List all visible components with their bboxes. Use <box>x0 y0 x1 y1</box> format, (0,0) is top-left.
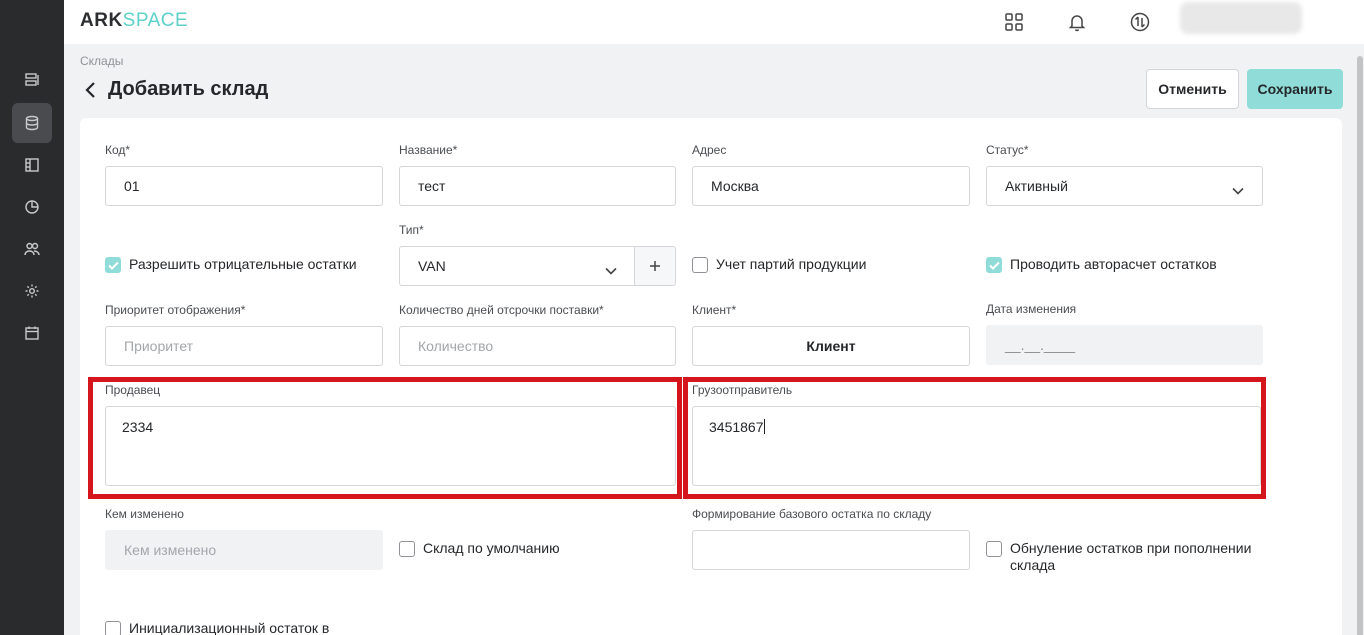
client-select-button[interactable]: Клиент <box>692 326 970 366</box>
batch-accounting-label: Учет партий продукции <box>716 256 867 272</box>
logo-space: SPACE <box>122 10 189 31</box>
checkbox-checked-icon <box>105 257 121 273</box>
status-select[interactable]: Активный <box>986 166 1263 206</box>
checkbox-unchecked-icon <box>692 257 708 273</box>
users-icon <box>24 242 40 256</box>
base-balance-input[interactable] <box>692 530 970 570</box>
calendar-icon <box>25 326 39 340</box>
auto-calc-label: Проводить авторасчет остатков <box>1010 256 1217 272</box>
delay-days-label: Количество дней отсрочки поставки* <box>399 303 604 317</box>
page-title: Добавить склад <box>84 78 268 101</box>
sidebar-item-dashboard[interactable] <box>12 60 52 100</box>
reset-on-replenish-checkbox[interactable]: Обнуление остатков при пополнении склада <box>986 540 1276 574</box>
checkbox-unchecked-icon <box>105 621 121 635</box>
sidebar <box>0 0 64 635</box>
allow-negative-checkbox[interactable]: Разрешить отрицательные остатки <box>105 256 357 273</box>
save-button[interactable]: Сохранить <box>1247 69 1343 109</box>
status-value: Активный <box>1005 178 1068 194</box>
bell-icon[interactable] <box>1065 10 1089 34</box>
init-balance-label: Инициализационный остаток в <box>129 620 330 635</box>
user-profile[interactable] <box>1180 2 1302 34</box>
client-label: Клиент* <box>692 303 737 317</box>
sidebar-item-warehouses[interactable] <box>12 103 52 143</box>
shipper-textarea[interactable]: 3451867 <box>692 406 1261 486</box>
type-label: Тип* <box>399 223 424 237</box>
pie-chart-icon <box>25 200 39 214</box>
status-label: Статус* <box>986 143 1029 157</box>
type-value: VAN <box>418 258 446 274</box>
base-balance-label: Формирование базового остатка по складу <box>692 507 932 521</box>
modified-by-label: Кем изменено <box>105 507 184 521</box>
shipper-label: Грузоотправитель <box>692 383 793 397</box>
modified-date-input: __.__.____ <box>986 325 1263 365</box>
page-scrollbar[interactable] <box>1356 44 1364 635</box>
plus-icon <box>650 261 660 271</box>
default-warehouse-label: Склад по умолчанию <box>423 540 560 556</box>
checkbox-unchecked-icon <box>986 541 1002 557</box>
modified-by-input: Кем изменено <box>105 530 383 570</box>
gear-icon <box>25 284 39 298</box>
name-input[interactable]: тест <box>399 166 676 206</box>
type-select[interactable]: VAN <box>399 246 635 286</box>
sidebar-item-reports[interactable] <box>12 187 52 227</box>
auto-calc-checkbox[interactable]: Проводить авторасчет остатков <box>986 256 1217 273</box>
code-input[interactable]: 01 <box>105 166 383 206</box>
logo-ark: ARK <box>80 10 123 31</box>
priority-input[interactable]: Приоритет <box>105 326 383 366</box>
sync-icon[interactable] <box>1128 10 1152 34</box>
priority-label: Приоритет отображения* <box>105 303 246 317</box>
modified-date-label: Дата изменения <box>986 302 1077 316</box>
checkbox-checked-icon <box>986 257 1002 273</box>
apps-grid-icon[interactable] <box>1002 10 1026 34</box>
shipper-value: 3451867 <box>709 419 764 435</box>
text-caret <box>763 419 765 434</box>
cancel-button[interactable]: Отменить <box>1146 69 1239 109</box>
sidebar-item-users[interactable] <box>12 229 52 269</box>
seller-textarea[interactable]: 2334 <box>105 406 676 486</box>
scrollbar-thumb[interactable] <box>1357 56 1363 635</box>
allow-negative-label: Разрешить отрицательные остатки <box>129 256 357 272</box>
add-type-button[interactable] <box>634 246 676 286</box>
page-title-text: Добавить склад <box>108 78 269 100</box>
seller-label: Продавец <box>105 383 161 397</box>
init-balance-checkbox[interactable]: Инициализационный остаток в <box>105 620 329 635</box>
address-input[interactable]: Москва <box>692 166 970 206</box>
batch-accounting-checkbox[interactable]: Учет партий продукции <box>692 256 866 273</box>
default-warehouse-checkbox[interactable]: Склад по умолчанию <box>399 540 560 557</box>
list-icon <box>25 73 39 86</box>
sidebar-item-layout[interactable] <box>12 145 52 185</box>
name-label: Название* <box>399 143 458 157</box>
breadcrumb[interactable]: Склады <box>80 54 123 68</box>
sidebar-item-calendar[interactable] <box>12 313 52 353</box>
chevron-down-icon <box>605 262 617 275</box>
top-bar: ARKSPACE <box>64 0 1364 44</box>
back-arrow-icon[interactable] <box>84 81 98 99</box>
reset-on-replenish-label: Обнуление остатков при пополнении склада <box>1010 540 1252 573</box>
code-label: Код* <box>105 143 131 157</box>
delay-days-input[interactable]: Количество <box>399 326 676 366</box>
chevron-down-icon <box>1232 182 1244 195</box>
database-icon <box>25 115 39 131</box>
sidebar-item-settings[interactable] <box>12 271 52 311</box>
checkbox-unchecked-icon <box>399 541 415 557</box>
address-label: Адрес <box>692 143 727 157</box>
logo[interactable]: ARKSPACE <box>80 10 188 32</box>
layout-icon <box>25 158 39 172</box>
